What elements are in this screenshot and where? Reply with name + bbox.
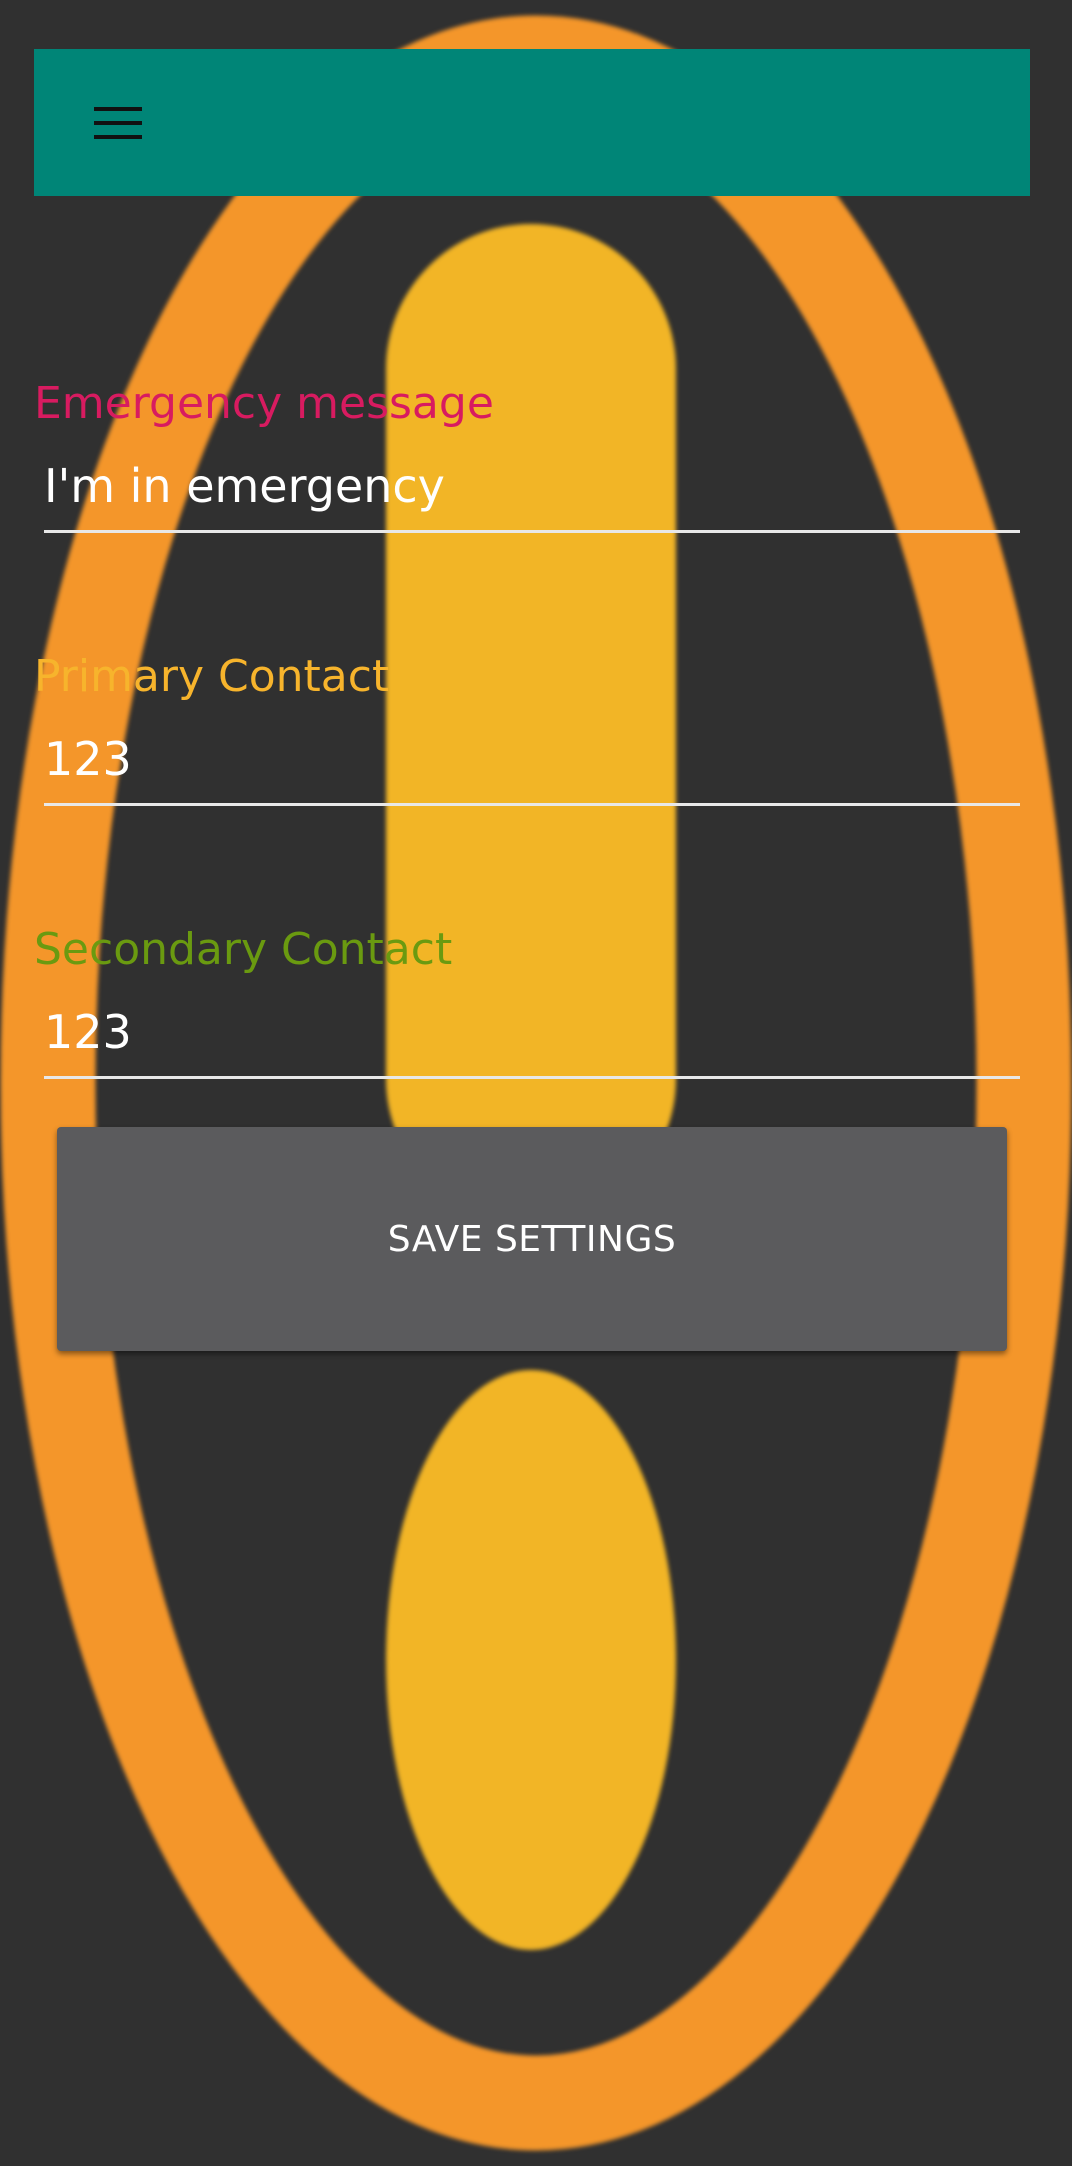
save-settings-label: SAVE SETTINGS bbox=[387, 1218, 677, 1260]
hamburger-menu-icon bbox=[94, 107, 142, 139]
exclamation-warning-icon bbox=[0, 15, 1072, 2151]
secondary-contact-input[interactable] bbox=[44, 995, 1020, 1079]
settings-screen: Emergency message Primary Contact Second… bbox=[0, 0, 1072, 2166]
emergency-message-label: Emergency message bbox=[34, 378, 494, 429]
menu-button[interactable] bbox=[84, 89, 152, 157]
primary-contact-input[interactable] bbox=[44, 722, 1020, 806]
emergency-message-input[interactable] bbox=[44, 449, 1020, 533]
save-settings-button[interactable]: SAVE SETTINGS bbox=[57, 1127, 1007, 1351]
primary-contact-label: Primary Contact bbox=[34, 651, 390, 702]
secondary-contact-label: Secondary Contact bbox=[34, 924, 453, 975]
app-toolbar bbox=[34, 49, 1030, 196]
exclamation-dot bbox=[386, 1370, 676, 1950]
